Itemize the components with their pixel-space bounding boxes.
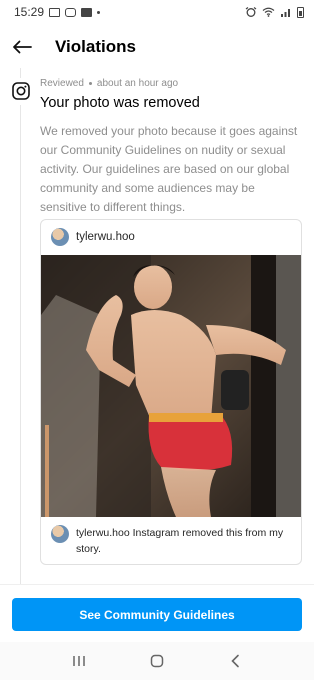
review-status: Reviewed [40,78,84,89]
see-community-guidelines-button[interactable]: See Community Guidelines [12,598,302,631]
app-notification-icon [81,7,93,17]
notice-title: Your photo was removed [40,95,200,111]
nav-recents-icon [73,656,85,666]
notice-meta: Reviewed about an hour ago [40,78,178,89]
notification-icon [49,7,61,17]
header: Violations [0,28,314,66]
nav-home-icon [150,654,164,668]
nav-home-button[interactable] [137,646,177,676]
alarm-icon [245,7,257,17]
nav-recents-button[interactable] [59,646,99,676]
instagram-notification-icon [65,7,77,17]
wifi-icon [262,7,275,17]
battery-icon [297,6,304,18]
signal-icon [281,9,290,17]
removed-photo[interactable] [41,255,301,517]
status-time: 15:29 [14,5,45,19]
timeline-line [20,105,21,585]
removed-post-card[interactable]: tylerwu.hoo tylerwu.hoo Instagram remove… [40,219,302,565]
post-footer: tylerwu.hoo Instagram removed this from … [51,525,293,557]
post-username[interactable]: tylerwu.hoo [76,231,135,243]
back-button[interactable] [0,28,44,66]
notice-body: We removed your photo because it goes ag… [40,124,298,214]
nav-back-button[interactable] [215,646,255,676]
post-header: tylerwu.hoo [41,220,301,254]
nav-back-icon [231,654,239,668]
instagram-icon [12,82,30,100]
system-nav-bar [0,642,314,680]
more-notifications-icon [97,10,101,14]
back-arrow-icon [13,40,32,54]
status-bar: 15:29 [0,0,314,24]
post-caption: tylerwu.hoo Instagram removed this from … [76,527,284,555]
status-left: 15:29 [14,5,101,19]
avatar[interactable] [51,228,69,246]
meta-separator [88,82,92,85]
review-timestamp: about an hour ago [96,78,179,89]
page-title: Violations [55,37,136,56]
caption-avatar[interactable] [51,525,69,543]
timeline-top-line [20,68,21,78]
status-right [245,6,304,18]
bottom-divider [0,584,314,585]
removed-photo-illustration [41,255,301,517]
